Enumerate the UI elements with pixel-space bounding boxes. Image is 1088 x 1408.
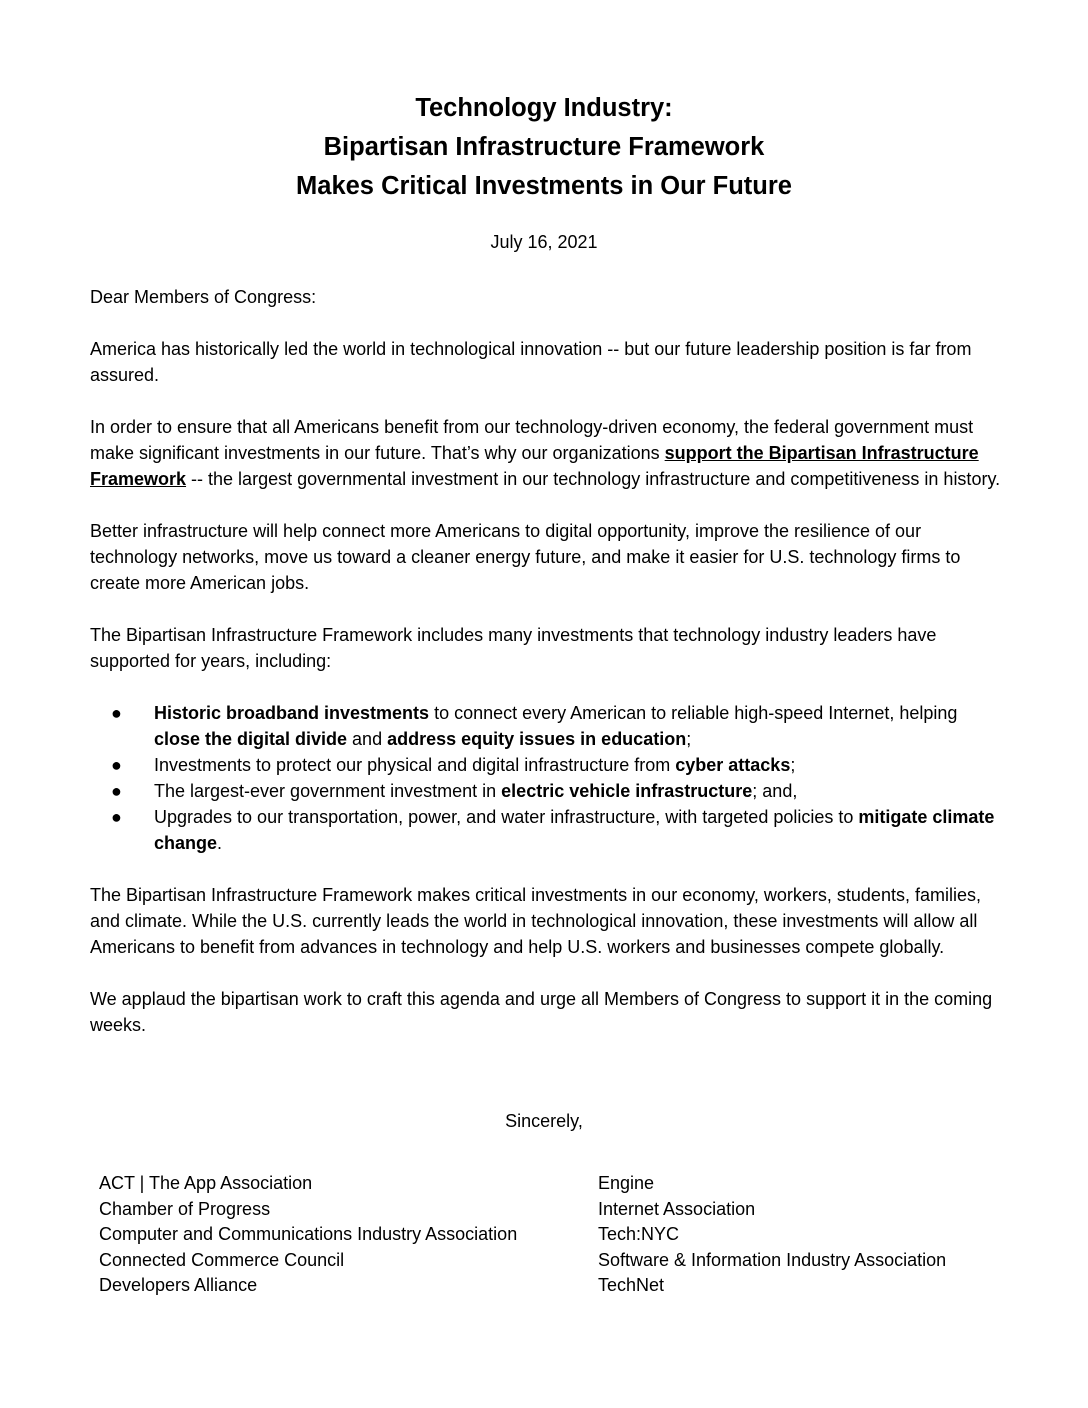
item-text: ;	[790, 755, 796, 775]
signatory: Developers Alliance	[99, 1275, 258, 1296]
item-text: to connect every American to reliable hi…	[429, 703, 958, 723]
paragraph-5: The Bipartisan Infrastructure Framework …	[90, 885, 981, 957]
paragraph-6: We applaud the bipartisan work to craft …	[90, 989, 993, 1035]
item-text: Upgrades to our transportation, power, a…	[154, 807, 859, 827]
signatory: Tech:NYC	[598, 1224, 680, 1245]
bold-text: close the digital divide	[154, 729, 348, 749]
list-item: ● Upgrades to our transportation, power, …	[111, 804, 1002, 856]
letter-page: Technology Industry: Bipartisan Infrastr…	[0, 0, 1088, 1408]
salutation: Dear Members of Congress:	[90, 287, 317, 307]
item-text: ;	[686, 729, 692, 749]
paragraph-1: America has historically led the world i…	[90, 339, 972, 385]
investments-list: ● Historic broadband investments to conne…	[90, 700, 1002, 856]
bullet-icon: ●	[111, 807, 122, 827]
item-text: ; and,	[752, 781, 798, 801]
list-item: ● The largest-ever government investment …	[111, 778, 1002, 804]
signatory: ACT | The App Association	[99, 1173, 313, 1193]
paragraph-3: Better infrastructure will help connect …	[90, 521, 961, 593]
signatory: TechNet	[598, 1275, 665, 1296]
item-text: and	[347, 729, 388, 749]
letter-body: Dear Members of Congress: America has hi…	[90, 284, 1002, 1064]
paragraph-2-text-after: -- the largest governmental investment i…	[186, 469, 1001, 489]
title-line-2: Bipartisan Infrastructure Framework	[323, 133, 765, 161]
item-text: Investments to protect our physical and …	[154, 755, 676, 775]
bold-text: Historic broadband investments	[154, 703, 430, 723]
letter-date: July 16, 2021	[490, 232, 598, 252]
list-item: ● Investments to protect our physical and…	[111, 752, 1002, 778]
bold-text: cyber attacks	[675, 755, 791, 775]
bold-text: electric vehicle infrastructure	[501, 781, 753, 801]
signatory: Connected Commerce Council	[99, 1249, 345, 1270]
bullet-icon: ●	[111, 755, 122, 775]
bullet-icon: ●	[111, 703, 122, 723]
item-text: The largest-ever government investment i…	[154, 781, 502, 801]
title-line-1: Technology Industry:	[415, 94, 673, 122]
signatory: Computer and Communications Industry Ass…	[99, 1224, 518, 1245]
signatory: Software & Information Industry Associat…	[598, 1249, 947, 1270]
signatory: Internet Association	[598, 1198, 756, 1219]
closing: Sincerely,	[505, 1111, 583, 1131]
signatory: Chamber of Progress	[99, 1198, 271, 1219]
item-text: .	[217, 833, 223, 853]
signatory: Engine	[598, 1173, 655, 1193]
bold-text: address equity issues in education	[387, 729, 687, 749]
bullet-icon: ●	[111, 781, 122, 801]
letter-title: Technology Industry: Bipartisan Infrastr…	[0, 89, 1088, 206]
paragraph-4: The Bipartisan Infrastructure Framework …	[90, 625, 937, 671]
paragraph-2: In order to ensure that all Americans be…	[90, 414, 1002, 492]
signatories-left-column: ACT | The App Association Chamber of Pro…	[99, 1171, 517, 1299]
title-line-3: Makes Critical Investments in Our Future	[296, 172, 792, 200]
signatories-right-column: Engine Internet Association Tech:NYC Sof…	[598, 1171, 946, 1299]
list-item: ● Historic broadband investments to conne…	[111, 700, 1002, 752]
